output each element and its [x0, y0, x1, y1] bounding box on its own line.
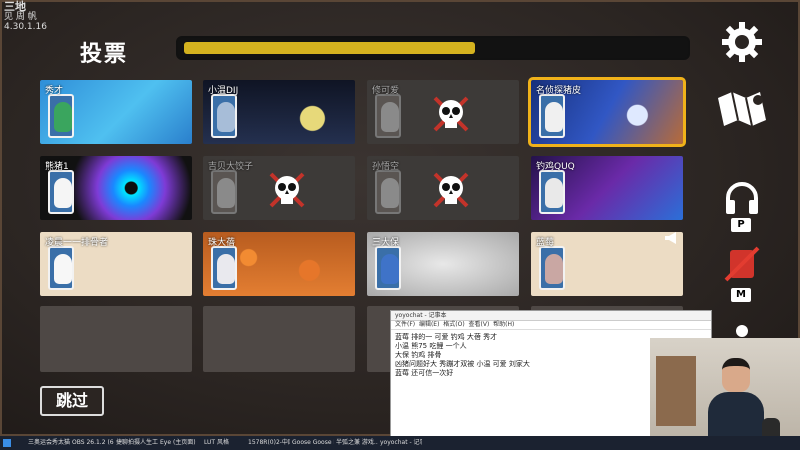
- start-icon[interactable]: [3, 439, 11, 447]
- player-card[interactable]: 秀才: [40, 80, 192, 144]
- player-avatar: [375, 170, 401, 214]
- goose-icon: [54, 254, 72, 284]
- player-card[interactable]: 凌晨一一排骨者: [40, 232, 192, 296]
- taskbar-item[interactable]: yoyochat - 记事...: [380, 438, 422, 448]
- dead-skull-icon: [433, 96, 469, 132]
- goose-icon: [381, 254, 399, 284]
- notepad-titlebar: yoyochat - 记事本: [391, 311, 711, 321]
- map-icon: [718, 91, 766, 127]
- player-card[interactable]: 三大保: [367, 232, 519, 296]
- player-card[interactable]: 孙悟空: [367, 156, 519, 220]
- player-avatar: [211, 170, 237, 214]
- player-name: 秀才: [45, 86, 64, 96]
- gear-icon: [722, 22, 762, 62]
- player-name: 小温DIJ: [208, 86, 239, 96]
- webcam-overlay: [650, 338, 800, 450]
- taskbar-item[interactable]: Eye (主页面): [160, 438, 202, 448]
- player-avatar: [48, 170, 74, 214]
- player-avatar: [48, 94, 74, 138]
- empty-player-slot: [40, 306, 192, 372]
- goose-icon: [54, 102, 72, 132]
- taskbar-item[interactable]: LUT 风格: [204, 438, 246, 448]
- os-taskbar: 三奥运会秀太猫中国OBS 26.1.2 (64 bit)捷聊拍摄人生工作室...…: [0, 436, 800, 450]
- player-card[interactable]: 名侦探猪皮: [528, 77, 686, 147]
- skip-vote-button[interactable]: 跳过: [40, 386, 104, 416]
- taskbar-item[interactable]: 1578R(0)2-中国剧...: [248, 438, 290, 448]
- notepad-menu-format[interactable]: 格式(O): [443, 321, 464, 328]
- notepad-menu-help[interactable]: 帮助(H): [493, 321, 514, 328]
- goose-icon: [381, 102, 399, 132]
- push-to-talk-key: P: [731, 218, 751, 232]
- player-avatar: [539, 246, 565, 290]
- notepad-menu-file[interactable]: 文件(F): [395, 321, 415, 328]
- player-avatar: [211, 246, 237, 290]
- goose-icon: [54, 178, 72, 208]
- player-avatar: [375, 94, 401, 138]
- player-card[interactable]: 钓鸡QUQ: [531, 156, 683, 220]
- goose-icon: [545, 254, 563, 284]
- goose-icon: [545, 102, 563, 132]
- notepad-menu-edit[interactable]: 编辑(E): [419, 321, 439, 328]
- goose-icon: [381, 178, 399, 208]
- player-card[interactable]: 小温DIJ: [203, 80, 355, 144]
- player-name: 孙悟空: [372, 162, 400, 172]
- player-card[interactable]: 吉贝大饺子: [203, 156, 355, 220]
- notepad-menubar: 文件(F) 编辑(E) 格式(O) 查看(V) 帮助(H): [391, 321, 711, 330]
- overlay-line-1: 见 周 帆: [4, 12, 37, 22]
- webcam-shelf: [656, 356, 696, 426]
- player-avatar: [539, 94, 565, 138]
- dead-skull-icon: [269, 172, 305, 208]
- headphones-icon: [726, 182, 758, 214]
- goose-icon: [545, 178, 563, 208]
- webcam-person-head: [722, 358, 750, 392]
- taskbar-item[interactable]: 半弧之兼 游戏...: [336, 438, 378, 448]
- player-card[interactable]: 珠大蓓: [203, 232, 355, 296]
- player-avatar: [211, 94, 237, 138]
- player-name: 熊猪1: [45, 162, 69, 172]
- vote-timer-fill: [184, 42, 475, 54]
- player-name: 修可爱: [372, 86, 400, 96]
- taskbar-item[interactable]: OBS 26.1.2 (64 bit): [72, 438, 114, 448]
- player-card[interactable]: 熊猪1: [40, 156, 192, 220]
- goose-icon: [217, 178, 235, 208]
- player-avatar: [375, 246, 401, 290]
- player-card[interactable]: 蓝莓: [531, 232, 683, 296]
- stream-overlay-badge: 三地 见 周 帆 4.30.1.16: [4, 0, 47, 32]
- overlay-line-2: 4.30.1.16: [4, 22, 47, 32]
- player-name: 三大保: [372, 238, 400, 248]
- vote-timer-bar: [176, 36, 690, 60]
- vote-title: 投票: [80, 42, 129, 67]
- player-name: 蓝莓: [536, 238, 555, 248]
- player-name: 凌晨一一排骨者: [45, 238, 109, 248]
- notepad-menu-view[interactable]: 查看(V): [469, 321, 490, 328]
- goose-icon: [217, 102, 235, 132]
- muted-speaker-icon: [724, 246, 760, 282]
- settings-button[interactable]: [720, 20, 764, 64]
- goose-icon: [217, 254, 235, 284]
- player-name: 名侦探猪皮: [536, 86, 582, 96]
- player-avatar: [539, 170, 565, 214]
- push-to-talk-control[interactable]: P: [722, 180, 762, 236]
- player-card[interactable]: 修可爱: [367, 80, 519, 144]
- player-name: 钓鸡QUQ: [536, 162, 575, 172]
- player-name: 吉贝大饺子: [208, 162, 254, 172]
- player-avatar: [48, 246, 74, 290]
- announcement-icon: [662, 230, 682, 244]
- taskbar-item[interactable]: 三奥运会秀太猫中国: [28, 438, 70, 448]
- person-icon: [736, 325, 748, 337]
- mute-control[interactable]: M: [722, 244, 762, 304]
- taskbar-item[interactable]: 捷聊拍摄人生工作室...: [116, 438, 158, 448]
- map-button[interactable]: [714, 86, 770, 132]
- overlay-logo: 三地: [4, 0, 26, 13]
- player-icon[interactable]: [728, 322, 756, 337]
- empty-player-slot: [203, 306, 355, 372]
- mute-key: M: [731, 288, 751, 302]
- taskbar-item[interactable]: Goose Goose Duck: [292, 438, 334, 448]
- dead-skull-icon: [433, 172, 469, 208]
- player-name: 珠大蓓: [208, 238, 236, 248]
